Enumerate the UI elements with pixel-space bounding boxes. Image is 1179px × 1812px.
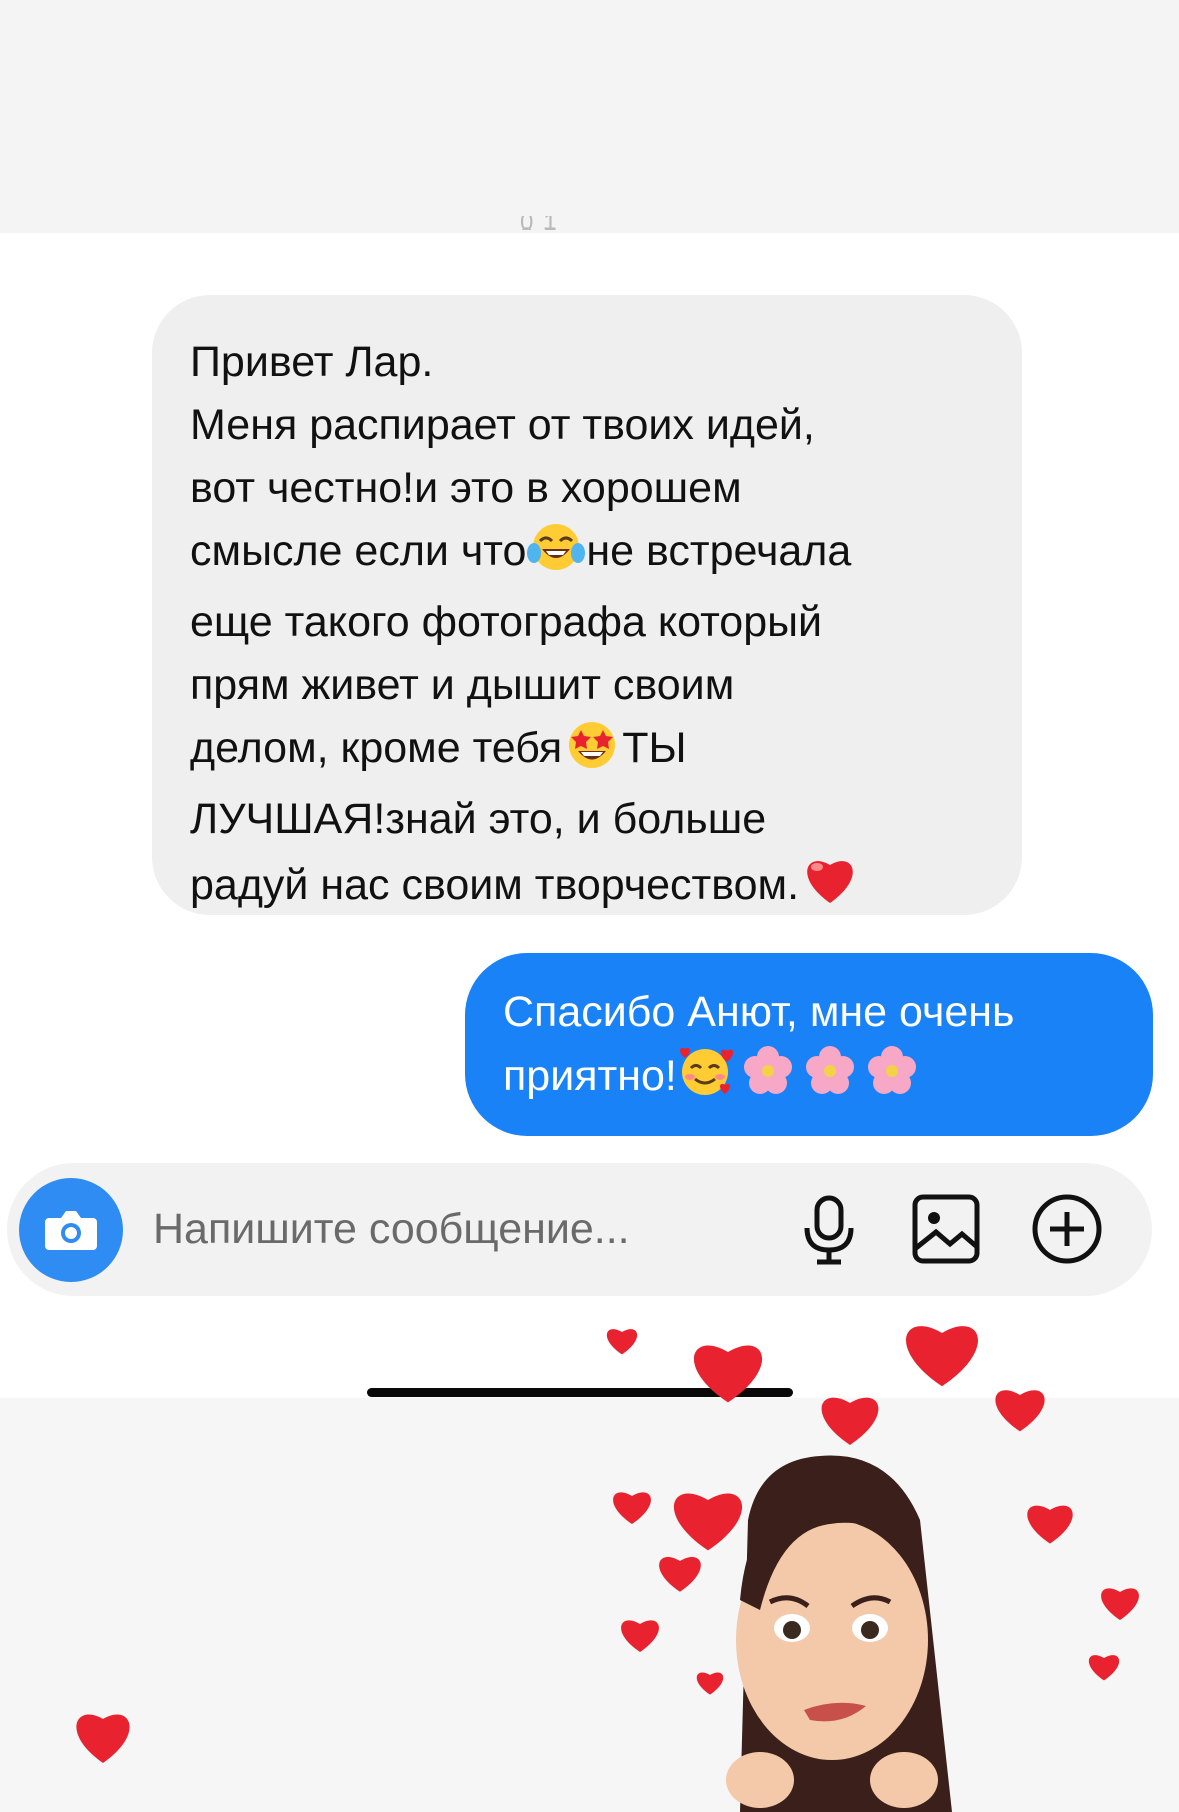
- message-input[interactable]: [153, 1189, 743, 1269]
- message-line: еще такого фотографа который: [190, 598, 823, 646]
- message-line: Привет Лар.: [190, 338, 434, 386]
- avatar-sticker-with-hearts: [606, 1326, 1139, 1812]
- add-icon: [1032, 1194, 1102, 1264]
- tears-of-joy-emoji: [526, 521, 586, 591]
- gallery-button[interactable]: [910, 1192, 982, 1271]
- message-line: Меня распирает от твоих идей,: [190, 401, 815, 449]
- message-line: вот честно!и это в хорошем: [190, 464, 742, 512]
- camera-icon: [45, 1211, 97, 1250]
- red-heart-emoji: [799, 851, 861, 925]
- message-composer: [7, 1163, 1152, 1296]
- message-line: прям живет и дышит своим: [190, 661, 735, 709]
- message-text: смысле если что: [190, 527, 527, 575]
- like-heart-icon[interactable]: [68, 1705, 138, 1772]
- add-button[interactable]: [1030, 1192, 1104, 1271]
- message-line: радуй нас своим творчеством.: [190, 851, 992, 925]
- microphone-button[interactable]: [799, 1192, 859, 1273]
- cherry-blossom-emoji: [861, 1044, 923, 1116]
- gallery-icon: [912, 1194, 980, 1264]
- message-line: Спасибо Анют, мне очень: [503, 988, 1015, 1036]
- message-text: радуй нас своим творчеством.: [190, 861, 800, 909]
- microphone-icon: [804, 1195, 854, 1265]
- outgoing-message-bubble[interactable]: Спасибо Анют, мне очень приятно!: [465, 953, 1153, 1136]
- timestamp-partial: 01 07: [520, 216, 567, 230]
- cherry-blossom-emoji: [799, 1044, 861, 1116]
- message-line: смысле если что не встречала: [190, 520, 992, 591]
- smiling-face-with-hearts-emoji: [677, 1044, 737, 1116]
- message-text: делом, кроме тебя: [190, 724, 563, 772]
- message-text: приятно!: [503, 1052, 677, 1100]
- cherry-blossom-emoji: [737, 1044, 799, 1116]
- incoming-message-bubble[interactable]: Привет Лар. Меня распирает от твоих идей…: [152, 295, 1022, 915]
- top-blurred-area: [0, 0, 1179, 233]
- camera-button[interactable]: [19, 1178, 123, 1282]
- star-struck-emoji: [562, 718, 622, 788]
- message-text: не встречала: [586, 527, 852, 575]
- message-text: ТЫ: [622, 724, 687, 772]
- message-line: приятно!: [503, 1044, 1123, 1116]
- message-line: ЛУЧШАЯ!знай это, и больше: [190, 795, 767, 843]
- message-line: делом, кроме тебя ТЫ: [190, 717, 992, 788]
